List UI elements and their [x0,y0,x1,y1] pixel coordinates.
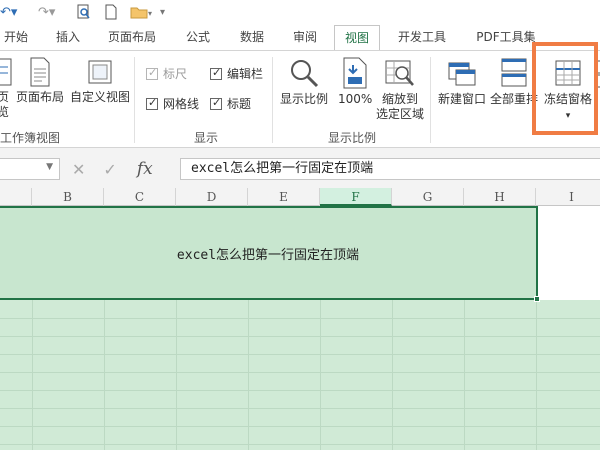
quick-access-toolbar: ↶▾ ↷▾ ▾ ▾ [0,0,600,24]
ribbon-separator [430,57,431,143]
tab-formulas[interactable]: 公式 [178,25,218,50]
tab-home[interactable]: 开始 [0,25,32,50]
ribbon-tabs: 开始 插入 页面布局 公式 数据 审阅 视图 开发工具 PDF工具集 [0,24,600,50]
ruler-check-icon [146,66,158,80]
svg-text:▾: ▾ [148,9,152,18]
new-window-label: 新建窗口 [438,92,487,106]
column-headers: B C D E F G H I [0,188,600,206]
zoom-selection-icon [385,60,414,86]
tab-insert[interactable]: 插入 [50,25,86,50]
zoom-100-label: 100% [338,92,373,106]
new-window-icon [448,62,476,86]
column-header[interactable]: C [104,188,176,206]
merged-cell-title[interactable]: excel怎么把第一行固定在顶端 [0,206,538,300]
column-header[interactable]: G [392,188,464,206]
worksheet-grid[interactable]: excel怎么把第一行固定在顶端 [0,206,600,450]
tab-developer[interactable]: 开发工具 [390,25,454,50]
arrange-all-button[interactable]: 全部重排 [490,57,538,107]
formula-input[interactable]: excel怎么把第一行固定在顶端 [180,158,600,180]
column-header[interactable]: B [32,188,104,206]
formula-bar: ▼ ✕ ✓ fx excel怎么把第一行固定在顶端 [0,148,600,188]
page-break-preview-icon [0,58,12,86]
customize-toolbar-icon[interactable]: ▾ [160,3,165,21]
ruler-checkbox[interactable]: 标尺 [146,65,187,82]
ribbon-separator [272,57,273,143]
zoom-100-icon [343,57,367,89]
column-header-selected[interactable]: F [320,188,392,206]
gridlines-check-icon [146,96,158,110]
formula-bar-label: 编辑栏 [227,67,264,81]
page-layout-icon [30,57,50,87]
custom-views-button[interactable]: 自定义视图 [70,57,130,105]
name-box[interactable]: ▼ [0,158,60,180]
fill-handle[interactable] [534,296,540,302]
ribbon-view: 页览 页面布局 自定义视图 工作簿视图 标尺 编辑栏 网格线 标题 显示 显示比… [0,50,600,148]
zoom-button[interactable]: 显示比例 [280,57,328,107]
tab-page-layout[interactable]: 页面布局 [104,25,160,50]
zoom-100-button[interactable]: 100% [338,57,372,107]
freeze-panes-highlight [532,42,598,135]
ruler-label: 标尺 [163,67,188,81]
page-layout-view-label: 页面布局 [16,90,65,104]
headings-checkbox[interactable]: 标题 [210,95,251,112]
headings-check-icon [210,96,222,110]
column-header[interactable]: H [464,188,536,206]
new-file-icon[interactable] [104,3,118,21]
custom-views-icon [88,60,112,84]
chevron-down-icon[interactable]: ▼ [46,162,53,172]
group-label-workbook-views: 工作簿视图 [0,131,61,145]
group-label-show: 显示 [194,131,219,145]
cancel-icon[interactable]: ✕ [72,160,85,179]
gridlines-checkbox[interactable]: 网格线 [146,95,199,112]
formula-bar-checkbox[interactable]: 编辑栏 [210,65,263,82]
enter-icon[interactable]: ✓ [103,160,116,179]
arrange-all-label: 全部重排 [490,92,539,106]
print-preview-icon[interactable] [76,3,92,21]
column-header[interactable]: E [248,188,320,206]
custom-views-label: 自定义视图 [70,90,131,104]
formula-bar-check-icon [210,66,222,80]
open-folder-icon[interactable]: ▾ [130,3,152,21]
page-break-preview-button[interactable]: 页览 [0,57,14,120]
arrange-all-icon [501,58,527,87]
tab-data[interactable]: 数据 [232,25,272,50]
undo-icon[interactable]: ↶▾ [0,3,17,21]
page-layout-view-button[interactable]: 页面布局 [16,57,64,105]
page-break-preview-label: 页览 [0,90,9,119]
column-header[interactable]: I [536,188,600,206]
headings-label: 标题 [227,97,252,111]
redo-icon[interactable]: ↷▾ [38,3,55,21]
formula-bar-buttons: ✕ ✓ fx [68,158,174,180]
ribbon-separator [134,57,135,143]
gridlines-label: 网格线 [163,97,200,111]
column-header-a[interactable] [0,188,32,206]
tab-review[interactable]: 审阅 [286,25,324,50]
zoom-to-selection-label: 缩放到 选定区域 [376,92,425,121]
tab-view[interactable]: 视图 [334,25,380,50]
cell-text: excel怎么把第一行固定在顶端 [176,247,360,263]
group-label-zoom: 显示比例 [328,131,377,145]
zoom-label: 显示比例 [280,92,329,106]
column-header[interactable]: D [176,188,248,206]
zoom-to-selection-button[interactable]: 缩放到 选定区域 [376,57,424,122]
new-window-button[interactable]: 新建窗口 [438,57,486,107]
gridlines-overlay [0,300,600,450]
magnifier-icon [291,60,319,88]
insert-function-icon[interactable]: fx [137,159,153,179]
